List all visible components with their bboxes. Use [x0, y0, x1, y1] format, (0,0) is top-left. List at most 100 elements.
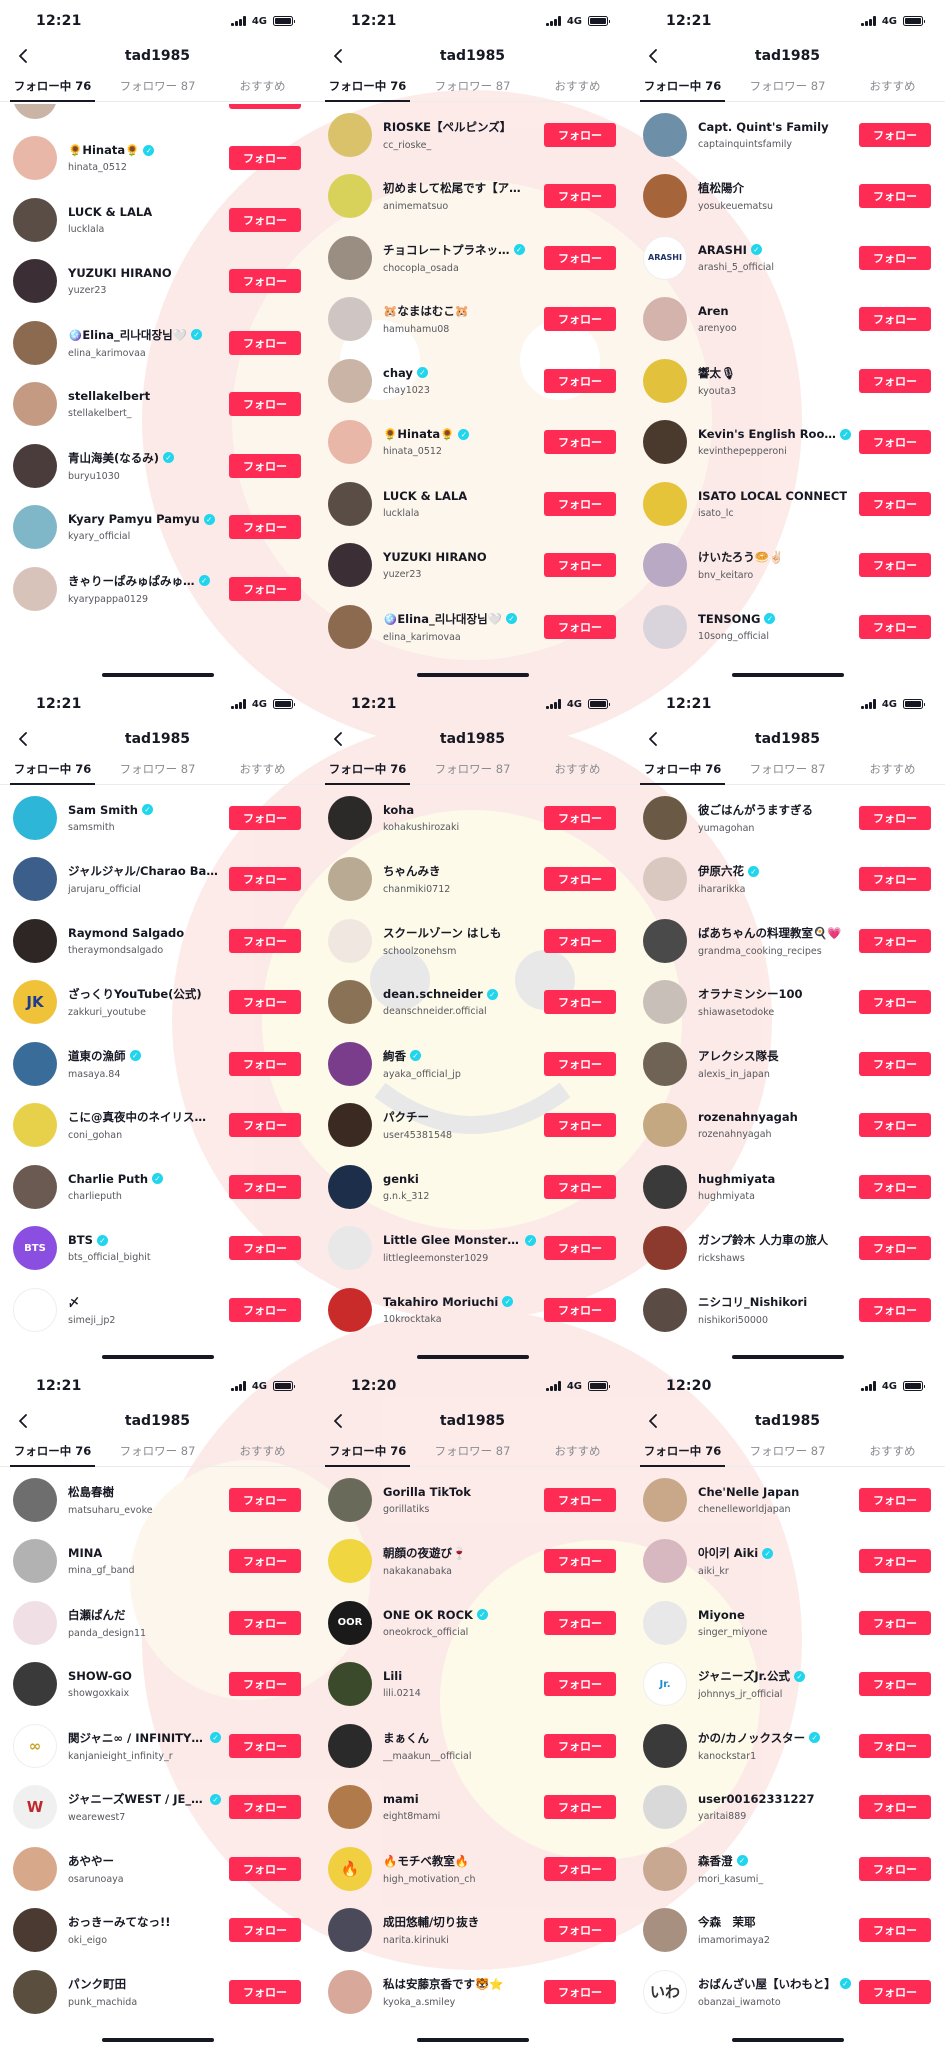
- avatar[interactable]: [13, 197, 57, 242]
- user-row[interactable]: Gorilla TikTok gorillatiks フォロー: [315, 1469, 630, 1531]
- avatar[interactable]: [328, 174, 372, 219]
- avatar[interactable]: [643, 1103, 687, 1148]
- user-row[interactable]: LUCK & LALA lucklala フォロー: [0, 189, 315, 251]
- follow-button[interactable]: フォロー: [229, 1113, 301, 1138]
- follow-button[interactable]: フォロー: [544, 990, 616, 1015]
- avatar[interactable]: [328, 297, 372, 342]
- avatar[interactable]: [13, 1539, 57, 1584]
- tab-following[interactable]: フォロー中 76: [315, 74, 420, 102]
- avatar[interactable]: [643, 112, 687, 157]
- follow-button[interactable]: フォロー: [229, 1672, 301, 1697]
- follow-button[interactable]: フォロー: [229, 1051, 301, 1076]
- user-row[interactable]: Capt. Quint's Family captainquintsfamily…: [630, 104, 945, 166]
- user-row[interactable]: Jr. ジャニーズJr.公式 ✓ johnnys_jr_official フォロ…: [630, 1654, 945, 1716]
- user-row[interactable]: 彼ごはんがうますぎる yumagohan フォロー: [630, 787, 945, 849]
- avatar[interactable]: [13, 1103, 57, 1148]
- user-row[interactable]: 🐹なまはむこ🐹 hamuhamu08 フォロー: [315, 289, 630, 351]
- following-list[interactable]: 彼ごはんがうますぎる yumagohan フォロー 伊原六花 ✓ iharari…: [630, 787, 945, 1351]
- user-row[interactable]: Kevin's English Room ✓ kevinthepepperoni…: [630, 412, 945, 474]
- follow-button[interactable]: フォロー: [544, 1487, 616, 1512]
- avatar[interactable]: [13, 1969, 57, 2014]
- avatar[interactable]: ARASHI: [643, 235, 687, 280]
- avatar[interactable]: [643, 543, 687, 588]
- follow-button[interactable]: フォロー: [544, 245, 616, 270]
- avatar[interactable]: [643, 1846, 687, 1891]
- back-button[interactable]: [642, 729, 664, 749]
- follow-button[interactable]: フォロー: [859, 867, 931, 892]
- follow-button[interactable]: フォロー: [229, 990, 301, 1015]
- user-row[interactable]: LUCK & LALA lucklala フォロー: [315, 473, 630, 535]
- avatar[interactable]: [643, 918, 687, 963]
- tab-followers[interactable]: フォロワー 87: [420, 74, 525, 101]
- follow-button[interactable]: フォロー: [859, 1549, 931, 1574]
- user-row[interactable]: ニシコリ_Nishikori nishikori50000 フォロー: [630, 1279, 945, 1341]
- user-row[interactable]: stellakelbert stellakelbert_ フォロー: [0, 374, 315, 436]
- follow-button[interactable]: フォロー: [229, 146, 301, 171]
- back-button[interactable]: [12, 729, 34, 749]
- user-row[interactable]: Little Glee Monster/リト… ✓ littlegleemons…: [315, 1218, 630, 1280]
- user-row[interactable]: TENSONG ✓ 10song_official フォロー: [630, 596, 945, 658]
- follow-button[interactable]: フォロー: [229, 1487, 301, 1512]
- following-list[interactable]: Sam Smith ✓ samsmith フォロー ジャルジャル/Charao …: [0, 787, 315, 1351]
- avatar[interactable]: [13, 1477, 57, 1522]
- tab-following[interactable]: フォロー中 76: [630, 1439, 735, 1467]
- user-row[interactable]: user00162331227 yaritai889 フォロー: [630, 1777, 945, 1839]
- follow-button[interactable]: フォロー: [544, 1297, 616, 1322]
- avatar[interactable]: [643, 1785, 687, 1830]
- follow-button[interactable]: フォロー: [229, 928, 301, 953]
- tab-following[interactable]: フォロー中 76: [630, 757, 735, 785]
- user-row[interactable]: きゃりーぱみゅぱみゅ… ✓ kyarypappa0129 フォロー: [0, 558, 315, 620]
- avatar[interactable]: [13, 1041, 57, 1086]
- avatar[interactable]: [643, 604, 687, 649]
- tab-following[interactable]: フォロー中 76: [0, 757, 105, 785]
- user-row[interactable]: 絢香 ✓ ayaka_official_jp フォロー: [315, 1033, 630, 1095]
- follow-button[interactable]: フォロー: [544, 122, 616, 147]
- follow-button[interactable]: フォロー: [859, 1795, 931, 1820]
- user-row[interactable]: W ジャニーズWEST / JE_R… ✓ wearewest7 フォロー: [0, 1777, 315, 1839]
- tab-followers[interactable]: フォロワー 87: [420, 1439, 525, 1466]
- avatar[interactable]: [328, 918, 372, 963]
- user-row[interactable]: ISATO LOCAL CONNECT isato_lc フォロー: [630, 473, 945, 535]
- user-row[interactable]: スクールゾーン はしも schoolzonehsm フォロー: [315, 910, 630, 972]
- avatar[interactable]: [643, 1477, 687, 1522]
- user-row[interactable]: rozenahnyagah rozenahnyagah フォロー: [630, 1095, 945, 1157]
- avatar[interactable]: [328, 543, 372, 588]
- user-row[interactable]: YUZUKI HIRANO yuzer23 フォロー: [315, 535, 630, 597]
- follow-button[interactable]: フォロー: [544, 1113, 616, 1138]
- follow-button[interactable]: フォロー: [859, 1236, 931, 1261]
- follow-button[interactable]: フォロー: [544, 553, 616, 578]
- avatar[interactable]: [328, 795, 372, 840]
- avatar[interactable]: [13, 259, 57, 304]
- avatar[interactable]: [13, 104, 57, 119]
- back-button[interactable]: [327, 46, 349, 66]
- avatar[interactable]: [328, 604, 372, 649]
- avatar[interactable]: [643, 1600, 687, 1645]
- follow-button[interactable]: フォロー: [229, 1549, 301, 1574]
- tab-suggested[interactable]: おすすめ: [525, 1439, 630, 1466]
- follow-button[interactable]: フォロー: [859, 491, 931, 516]
- user-row[interactable]: 植松陽介 yosukeuematsu フォロー: [630, 166, 945, 228]
- follow-button[interactable]: フォロー: [859, 1113, 931, 1138]
- tab-suggested[interactable]: おすすめ: [210, 74, 315, 101]
- user-row[interactable]: 🔥 🔥モチベ教室🔥 high_motivation_ch フォロー: [315, 1838, 630, 1900]
- avatar[interactable]: [643, 420, 687, 465]
- tab-suggested[interactable]: おすすめ: [525, 74, 630, 101]
- follow-button[interactable]: フォロー: [859, 1174, 931, 1199]
- avatar[interactable]: [13, 320, 57, 365]
- avatar[interactable]: [328, 857, 372, 902]
- user-row[interactable]: mami eight8mami フォロー: [315, 1777, 630, 1839]
- back-button[interactable]: [642, 46, 664, 66]
- avatar[interactable]: [13, 857, 57, 902]
- avatar[interactable]: [13, 136, 57, 181]
- user-row[interactable]: ∞ 関ジャニ∞ / INFINITY RE… ✓ kanjanieight_in…: [0, 1715, 315, 1777]
- follow-button[interactable]: フォロー: [544, 928, 616, 953]
- follow-button[interactable]: フォロー: [859, 368, 931, 393]
- user-row[interactable]: Aren arenyoo フォロー: [630, 289, 945, 351]
- user-row[interactable]: 響太🎙 kyouta3 フォロー: [630, 350, 945, 412]
- follow-button[interactable]: フォロー: [859, 1487, 931, 1512]
- follow-button[interactable]: フォロー: [544, 1174, 616, 1199]
- avatar[interactable]: [328, 1041, 372, 1086]
- avatar[interactable]: [643, 1041, 687, 1086]
- user-row[interactable]: 아이키 Aiki ✓ aiki_kr フォロー: [630, 1531, 945, 1593]
- tab-followers[interactable]: フォロワー 87: [420, 757, 525, 784]
